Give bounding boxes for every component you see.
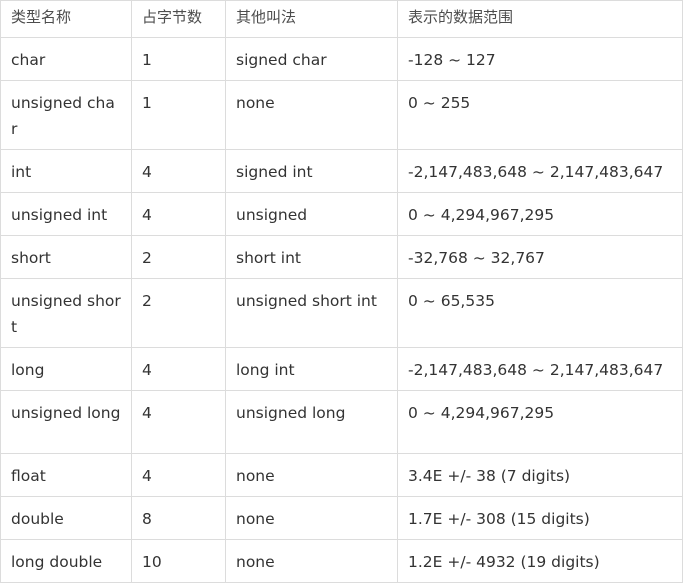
- cell-alias: short int: [225, 235, 398, 279]
- cell-byte-size: 4: [131, 390, 226, 454]
- cell-byte-size: 1: [131, 37, 226, 81]
- table-header-row: 类型名称 占字节数 其他叫法 表示的数据范围: [0, 0, 683, 38]
- table-row: short 2 short int -32,768 ~ 32,767: [0, 235, 683, 279]
- cell-value-range: -2,147,483,648 ~ 2,147,483,647: [397, 347, 683, 391]
- table-row: unsigned int 4 unsigned 0 ~ 4,294,967,29…: [0, 192, 683, 236]
- cell-type-name: long: [0, 347, 132, 391]
- table-row: long 4 long int -2,147,483,648 ~ 2,147,4…: [0, 347, 683, 391]
- cell-value-range: -128 ~ 127: [397, 37, 683, 81]
- cell-alias: none: [225, 453, 398, 497]
- cell-type-name: float: [0, 453, 132, 497]
- cell-type-name: int: [0, 149, 132, 193]
- header-alias: 其他叫法: [225, 0, 398, 38]
- table-row: unsigned char 1 none 0 ~ 255: [0, 80, 683, 150]
- cell-byte-size: 4: [131, 453, 226, 497]
- cell-byte-size: 8: [131, 496, 226, 540]
- cell-alias: unsigned: [225, 192, 398, 236]
- cell-type-name: short: [0, 235, 132, 279]
- cell-alias: none: [225, 496, 398, 540]
- table-row: int 4 signed int -2,147,483,648 ~ 2,147,…: [0, 149, 683, 193]
- table-row: unsigned long 4 unsigned long 0 ~ 4,294,…: [0, 390, 683, 454]
- cell-value-range: 0 ~ 4,294,967,295: [397, 390, 683, 454]
- cell-type-name: long double: [0, 539, 132, 583]
- cell-byte-size: 4: [131, 149, 226, 193]
- cell-byte-size: 4: [131, 347, 226, 391]
- cell-value-range: -32,768 ~ 32,767: [397, 235, 683, 279]
- header-byte-size: 占字节数: [131, 0, 226, 38]
- cell-type-name: double: [0, 496, 132, 540]
- cell-value-range: 0 ~ 65,535: [397, 278, 683, 348]
- cell-value-range: 0 ~ 255: [397, 80, 683, 150]
- table-row: double 8 none 1.7E +/- 308 (15 digits): [0, 496, 683, 540]
- cell-byte-size: 4: [131, 192, 226, 236]
- table-row: float 4 none 3.4E +/- 38 (7 digits): [0, 453, 683, 497]
- cell-alias: unsigned short int: [225, 278, 398, 348]
- table-row: long double 10 none 1.2E +/- 4932 (19 di…: [0, 539, 683, 583]
- cell-type-name: char: [0, 37, 132, 81]
- cell-byte-size: 1: [131, 80, 226, 150]
- cell-byte-size: 2: [131, 278, 226, 348]
- table-row: unsigned short 2 unsigned short int 0 ~ …: [0, 278, 683, 348]
- cell-type-name: unsigned short: [0, 278, 132, 348]
- cell-alias: signed int: [225, 149, 398, 193]
- table-row: char 1 signed char -128 ~ 127: [0, 37, 683, 81]
- cell-value-range: 3.4E +/- 38 (7 digits): [397, 453, 683, 497]
- cell-value-range: -2,147,483,648 ~ 2,147,483,647: [397, 149, 683, 193]
- cell-alias: unsigned long: [225, 390, 398, 454]
- cell-type-name: unsigned int: [0, 192, 132, 236]
- cell-value-range: 1.7E +/- 308 (15 digits): [397, 496, 683, 540]
- cell-alias: none: [225, 80, 398, 150]
- header-type-name: 类型名称: [0, 0, 132, 38]
- cell-byte-size: 10: [131, 539, 226, 583]
- cell-value-range: 1.2E +/- 4932 (19 digits): [397, 539, 683, 583]
- cell-alias: long int: [225, 347, 398, 391]
- cell-value-range: 0 ~ 4,294,967,295: [397, 192, 683, 236]
- cell-type-name: unsigned long: [0, 390, 132, 454]
- cell-byte-size: 2: [131, 235, 226, 279]
- cell-alias: none: [225, 539, 398, 583]
- data-type-table: 类型名称 占字节数 其他叫法 表示的数据范围 char 1 signed cha…: [0, 0, 683, 583]
- cell-alias: signed char: [225, 37, 398, 81]
- header-value-range: 表示的数据范围: [397, 0, 683, 38]
- cell-type-name: unsigned char: [0, 80, 132, 150]
